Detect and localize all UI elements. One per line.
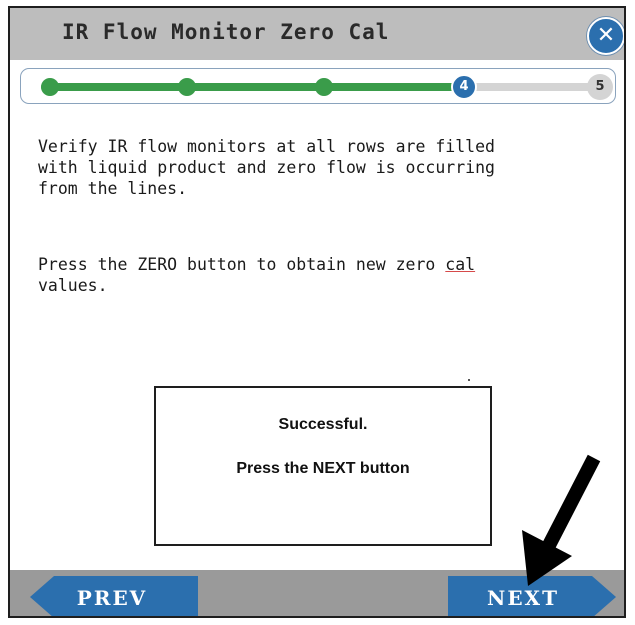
- next-button-label: NEXT: [487, 586, 559, 610]
- prev-button-label: PREV: [77, 586, 147, 610]
- wizard-window: IR Flow Monitor Zero Cal ✕ 4 5 Verify IR…: [8, 6, 626, 618]
- pointer-arrow-icon: [522, 454, 601, 586]
- overlay-graphics: PREV NEXT: [30, 454, 616, 616]
- prev-button[interactable]: PREV: [30, 576, 198, 616]
